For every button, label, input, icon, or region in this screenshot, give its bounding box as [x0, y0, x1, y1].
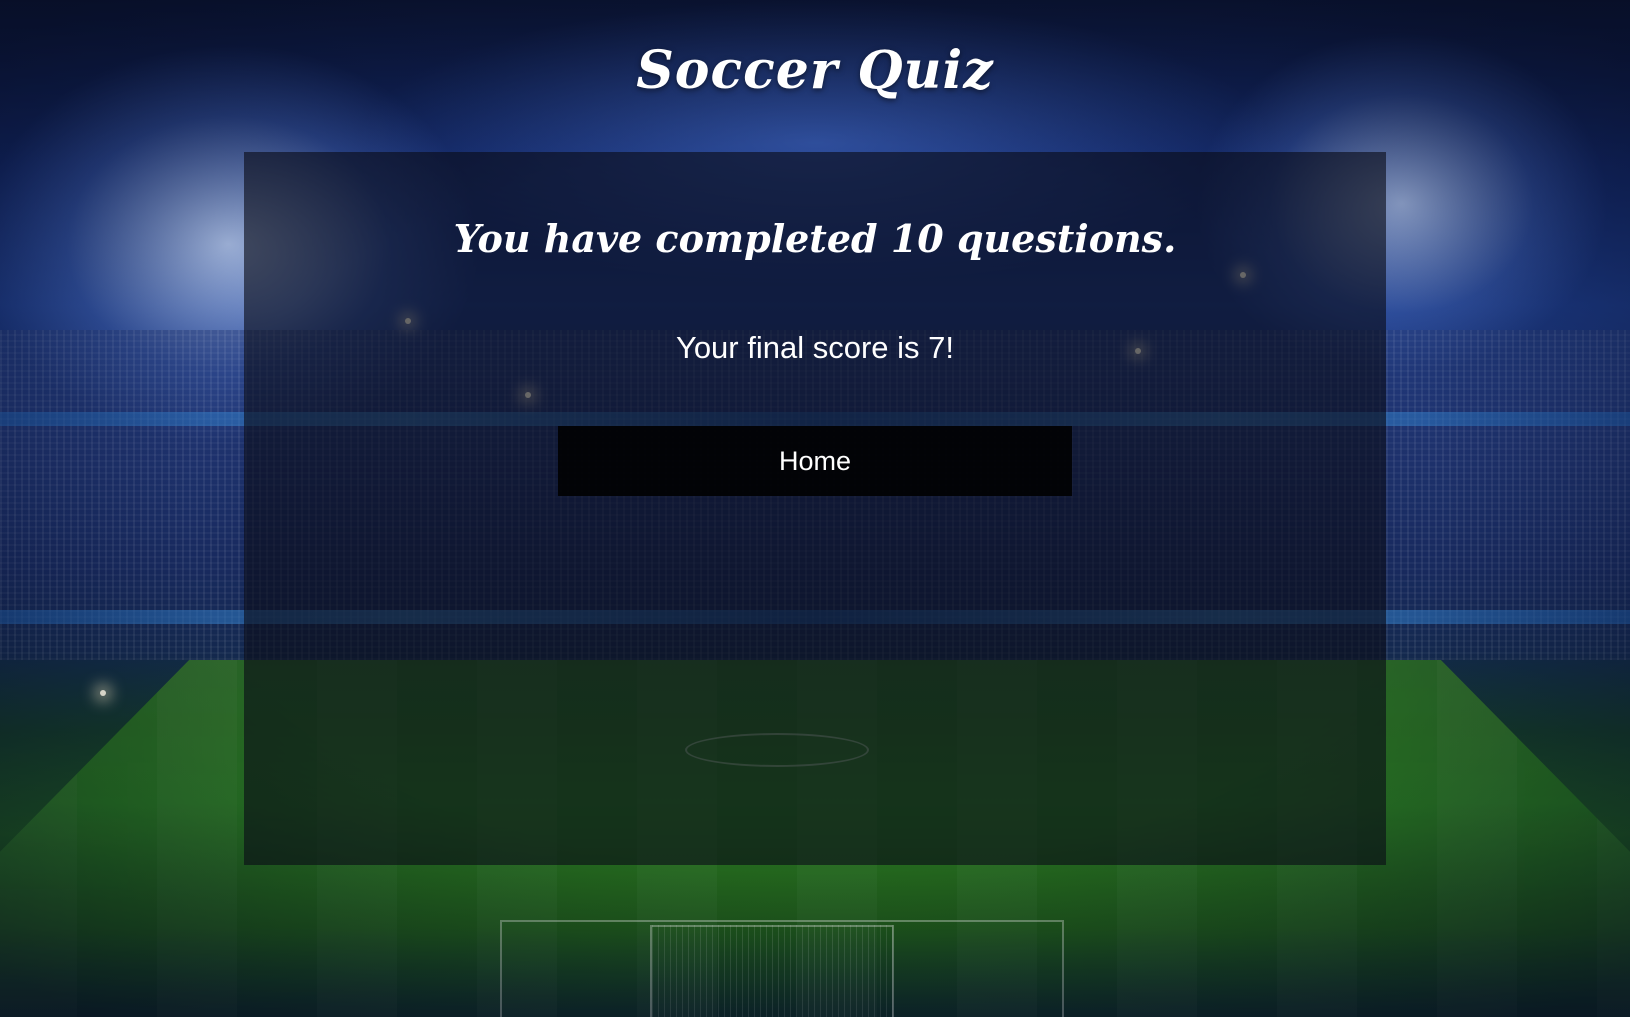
app-title: Soccer Quiz [636, 40, 994, 101]
result-panel: You have completed 10 questions. Your fi… [244, 152, 1386, 865]
final-score-text: Your final score is 7! [675, 330, 954, 365]
completed-heading: You have completed 10 questions. [453, 216, 1177, 261]
home-button[interactable]: Home [558, 426, 1072, 496]
